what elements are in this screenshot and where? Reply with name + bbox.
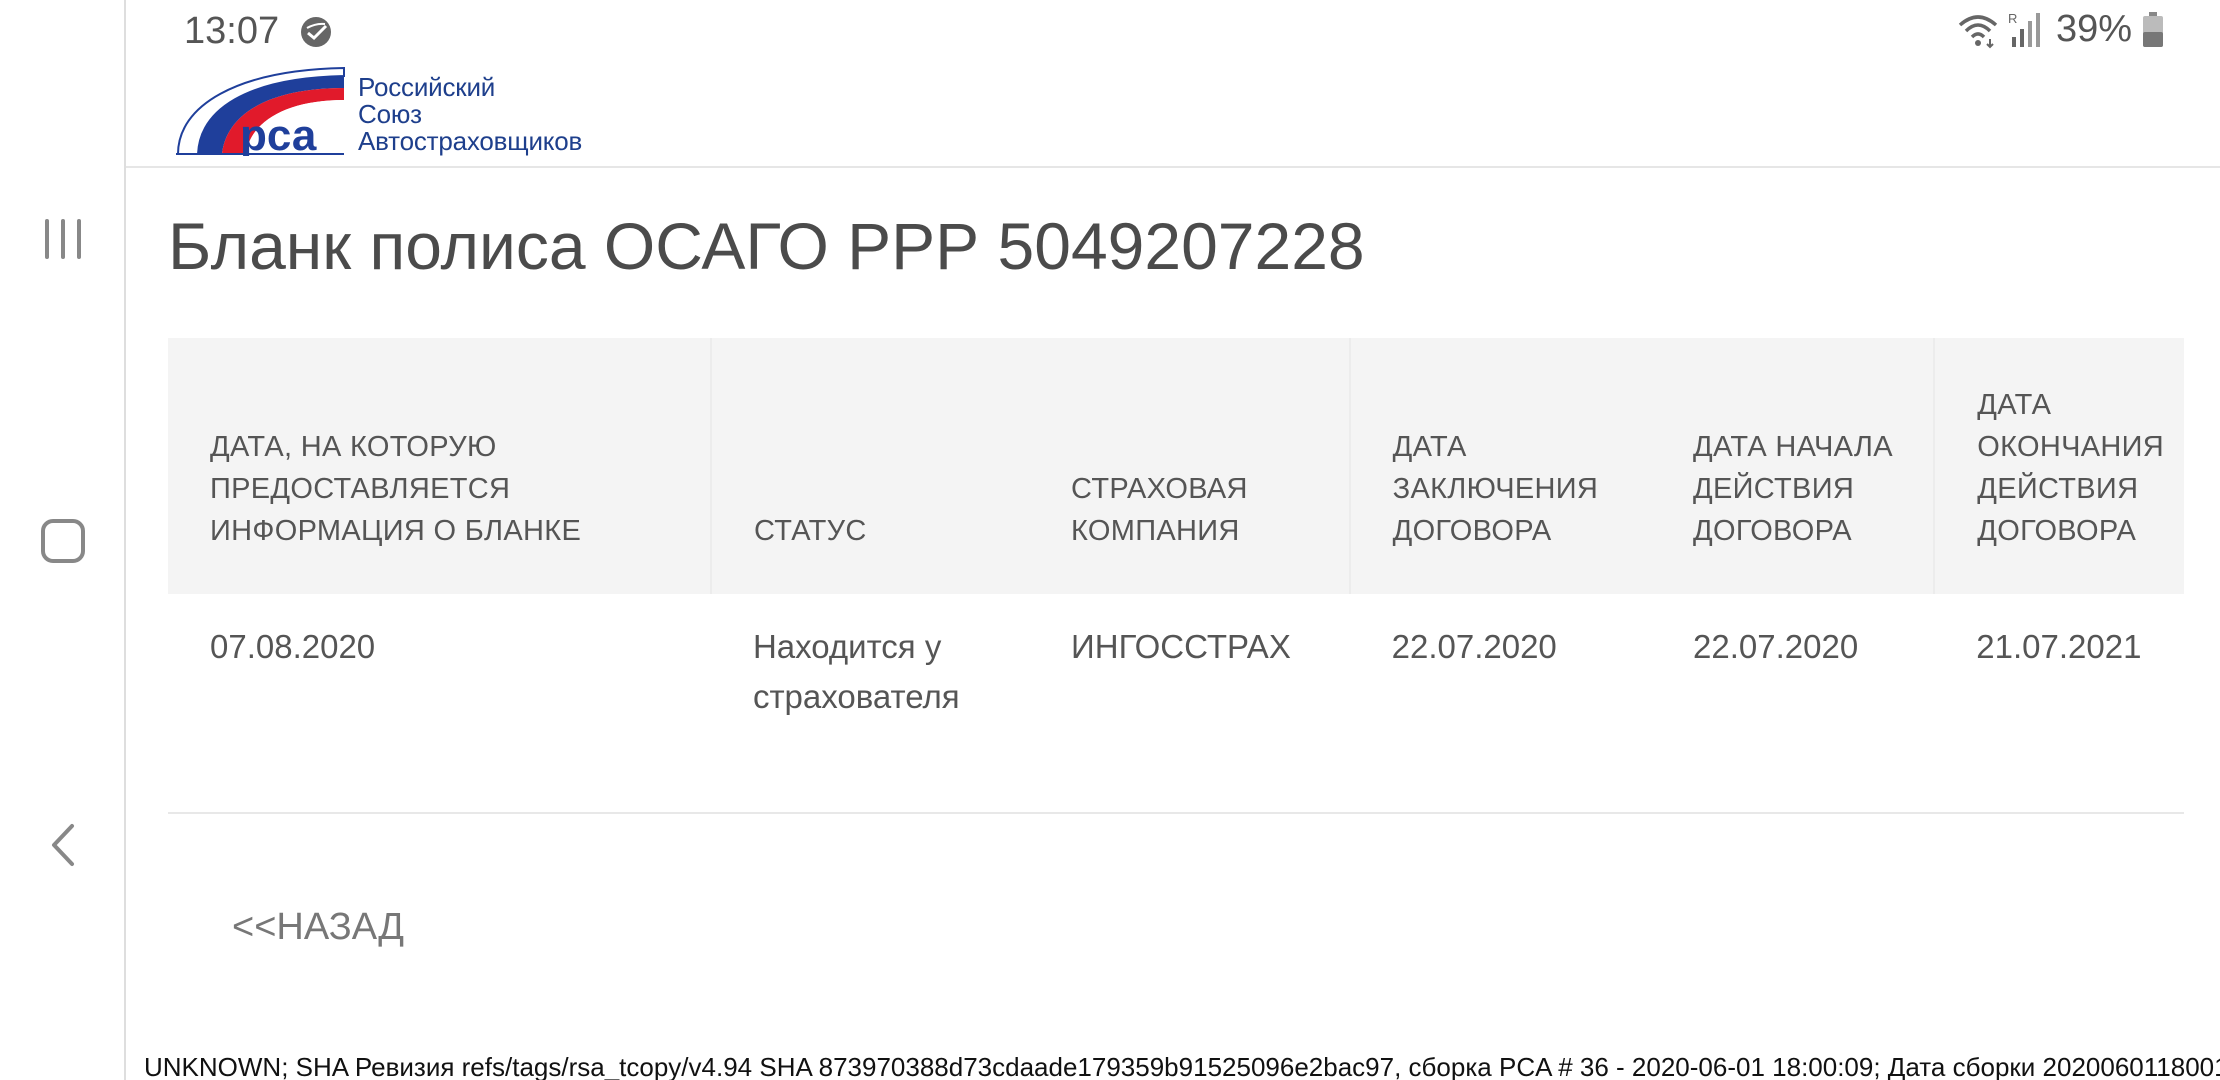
cell-insurance-company: ИНГОССТРАХ [1029,594,1350,814]
back-link[interactable]: <<НАЗАД [232,906,404,949]
battery-percent: 39% [2055,8,2132,50]
logo-line-1: Российский [358,72,496,102]
header-start-date: ДАТА НАЧАЛА ДЕЙСТВИЯ ДОГОВОРА [1693,431,1893,547]
header-status: СТАТУС [709,338,1030,594]
policy-info-table: ДАТА, НА КОТОРУЮ ПРЕДОСТАВЛЯЕТСЯ ИНФОРМА… [168,338,2184,814]
back-button[interactable] [30,812,96,878]
cell-end-date: 21.07.2021 [1934,594,2184,814]
battery-icon [2143,11,2163,47]
rsa-logo-emblem: рса [176,66,345,156]
logo-line-2: Союз [358,99,422,129]
build-info: UNKNOWN; SHA Ревизия refs/tags/rsa_tcopy… [144,1052,2220,1080]
home-icon [41,519,85,563]
svg-text:R: R [2008,11,2017,26]
status-time: 13:07 [184,10,280,52]
table-row: 07.08.2020 Находится у страхователя ИНГО… [168,594,2184,814]
home-button[interactable] [30,508,96,574]
wifi-icon [1958,14,1998,48]
header-contract-date: ДАТА ЗАКЛЮЧЕНИЯ ДОГОВОРА [1348,338,1652,594]
back-icon [52,824,74,866]
screen: 13:07 R 39% рса Российский Союз Автостра… [0,0,2220,1080]
rsa-logo[interactable]: рса Российский Союз Автостраховщиков [176,66,582,156]
header-end-date: ДАТА ОКОНЧАНИЯ ДЕЙСТВИЯ ДОГОВОРА [1933,338,2184,594]
cell-start-date: 22.07.2020 [1651,594,1935,814]
cell-info-date: 07.08.2020 [168,594,711,814]
rsa-logo-text: Российский Союз Автостраховщиков [358,74,582,155]
sberbank-icon [300,16,332,53]
site-header: рса Российский Союз Автостраховщиков [126,60,2220,168]
header-info-date: ДАТА, НА КОТОРУЮ ПРЕДОСТАВЛЯЕТСЯ ИНФОРМА… [210,431,582,547]
logo-line-3: Автостраховщиков [358,126,583,156]
header-insurance-company: СТРАХОВАЯ КОМПАНИЯ [1071,473,1248,547]
cell-contract-date: 22.07.2020 [1349,594,1652,814]
rsa-logo-abbr: рса [240,111,317,156]
signal-icon: R [2008,11,2040,47]
status-icons: R 39% [1958,8,2164,51]
android-navigation-bar [0,0,126,1080]
cell-status: Находится у страхователя [710,594,1030,814]
table-header-row: ДАТА, НА КОТОРУЮ ПРЕДОСТАВЛЯЕТСЯ ИНФОРМА… [168,338,2184,594]
page-title: Бланк полиса ОСАГО РРР 5049207228 [168,209,1365,283]
recent-apps-icon [45,219,81,259]
recent-apps-button[interactable] [30,206,96,272]
